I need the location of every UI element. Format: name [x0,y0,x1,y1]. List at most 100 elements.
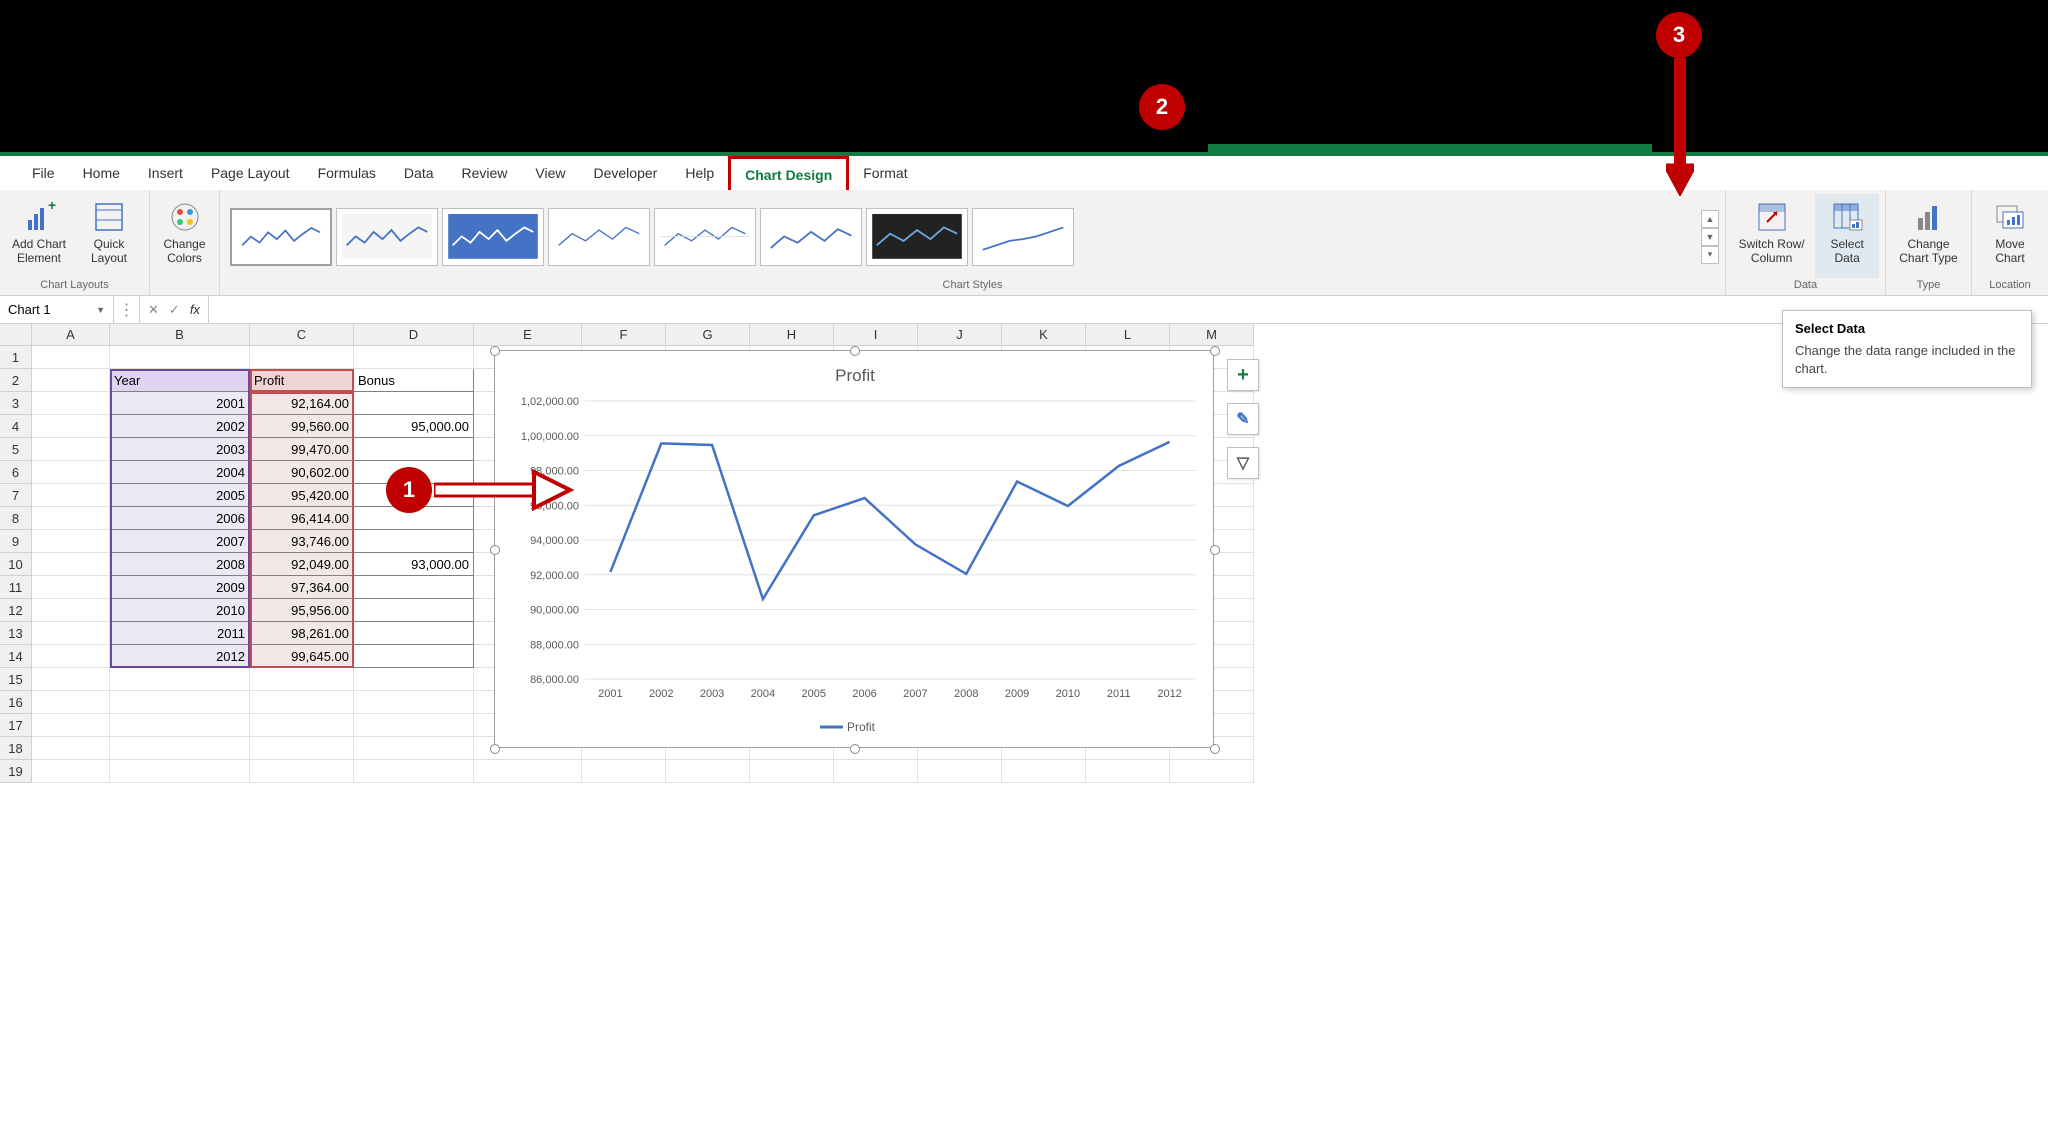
cell[interactable] [918,760,1002,783]
cell[interactable] [32,668,110,691]
cell[interactable]: 93,000.00 [354,553,474,576]
cell[interactable] [834,760,918,783]
brush-icon[interactable]: ✎ [1227,403,1259,435]
cell[interactable] [32,691,110,714]
tab-help[interactable]: Help [671,156,728,190]
cell[interactable]: 95,956.00 [250,599,354,622]
row-header-15[interactable]: 15 [0,668,32,691]
chart-style-3[interactable] [442,208,544,266]
switch-row-column-button[interactable]: Switch Row/ Column [1732,194,1811,278]
cell[interactable]: Profit [250,369,354,392]
cell[interactable]: 95,420.00 [250,484,354,507]
chart-style-2[interactable] [336,208,438,266]
tab-data[interactable]: Data [390,156,448,190]
cell[interactable] [32,392,110,415]
fx-icon[interactable]: fx [190,302,200,317]
chart-resize-handle[interactable] [490,346,500,356]
quick-layout-button[interactable]: Quick Layout [76,194,142,278]
cell[interactable]: 95,000.00 [354,415,474,438]
row-header-1[interactable]: 1 [0,346,32,369]
gallery-more-icon[interactable]: ▾ [1701,246,1719,264]
column-header-k[interactable]: K [1002,324,1086,346]
cell[interactable] [354,530,474,553]
cell[interactable]: 92,049.00 [250,553,354,576]
cell[interactable] [1086,760,1170,783]
cell[interactable]: 2006 [110,507,250,530]
cell[interactable] [110,691,250,714]
tab-review[interactable]: Review [448,156,522,190]
chart-legend[interactable]: Profit [820,720,876,734]
row-header-2[interactable]: 2 [0,369,32,392]
cell[interactable]: 2007 [110,530,250,553]
select-data-button[interactable]: Select Data [1815,194,1879,278]
cell[interactable] [110,668,250,691]
cell[interactable] [1002,760,1086,783]
embedded-chart[interactable]: Profit86,000.0088,000.0090,000.0092,000.… [494,350,1214,748]
column-header-a[interactable]: A [32,324,110,346]
cell[interactable]: 90,602.00 [250,461,354,484]
chart-resize-handle[interactable] [490,744,500,754]
cell[interactable]: Bonus [354,369,474,392]
cell[interactable] [32,622,110,645]
row-header-13[interactable]: 13 [0,622,32,645]
cell[interactable] [354,346,474,369]
cell[interactable] [354,668,474,691]
cell[interactable] [354,576,474,599]
column-header-i[interactable]: I [834,324,918,346]
name-box[interactable]: Chart 1 ▼ [0,296,114,323]
cell[interactable] [666,760,750,783]
cell[interactable]: 99,560.00 [250,415,354,438]
gallery-down-icon[interactable]: ▼ [1701,228,1719,246]
cell[interactable] [354,645,474,668]
cell[interactable] [474,760,582,783]
tab-home[interactable]: Home [69,156,134,190]
cell[interactable] [32,415,110,438]
cell[interactable] [354,392,474,415]
column-header-c[interactable]: C [250,324,354,346]
tab-page-layout[interactable]: Page Layout [197,156,304,190]
name-box-dropdown-icon[interactable]: ▼ [96,305,105,315]
cell[interactable] [354,714,474,737]
row-header-7[interactable]: 7 [0,484,32,507]
row-header-8[interactable]: 8 [0,507,32,530]
cell[interactable]: 2004 [110,461,250,484]
column-header-j[interactable]: J [918,324,1002,346]
tab-insert[interactable]: Insert [134,156,197,190]
cell[interactable] [354,691,474,714]
chart-style-6[interactable] [760,208,862,266]
cell[interactable] [354,622,474,645]
cell[interactable] [32,369,110,392]
cell[interactable]: 99,470.00 [250,438,354,461]
change-chart-type-button[interactable]: Change Chart Type [1892,194,1965,278]
tab-view[interactable]: View [521,156,579,190]
cell[interactable] [250,760,354,783]
cell[interactable] [250,714,354,737]
cell[interactable] [250,737,354,760]
plus-icon[interactable]: + [1227,359,1259,391]
chart-style-5[interactable] [654,208,756,266]
row-header-14[interactable]: 14 [0,645,32,668]
chart-style-1[interactable] [230,208,332,266]
column-header-l[interactable]: L [1086,324,1170,346]
tab-chart-design[interactable]: Chart Design [728,156,849,190]
tab-file[interactable]: File [18,156,69,190]
cell[interactable] [32,760,110,783]
cancel-icon[interactable]: ✕ [148,302,159,318]
chart-title[interactable]: Profit [835,366,875,385]
cell[interactable] [110,737,250,760]
tab-format[interactable]: Format [849,156,921,190]
column-header-d[interactable]: D [354,324,474,346]
chart-series-line[interactable] [610,442,1169,599]
cell[interactable] [32,438,110,461]
chart-style-8[interactable] [972,208,1074,266]
cell[interactable] [110,714,250,737]
funnel-icon[interactable]: ▽ [1227,447,1259,479]
cell[interactable]: 2009 [110,576,250,599]
row-header-18[interactable]: 18 [0,737,32,760]
cell[interactable]: 2003 [110,438,250,461]
cell[interactable]: 2011 [110,622,250,645]
cell[interactable] [32,530,110,553]
cell[interactable] [250,668,354,691]
cell[interactable] [250,691,354,714]
cell[interactable] [354,760,474,783]
